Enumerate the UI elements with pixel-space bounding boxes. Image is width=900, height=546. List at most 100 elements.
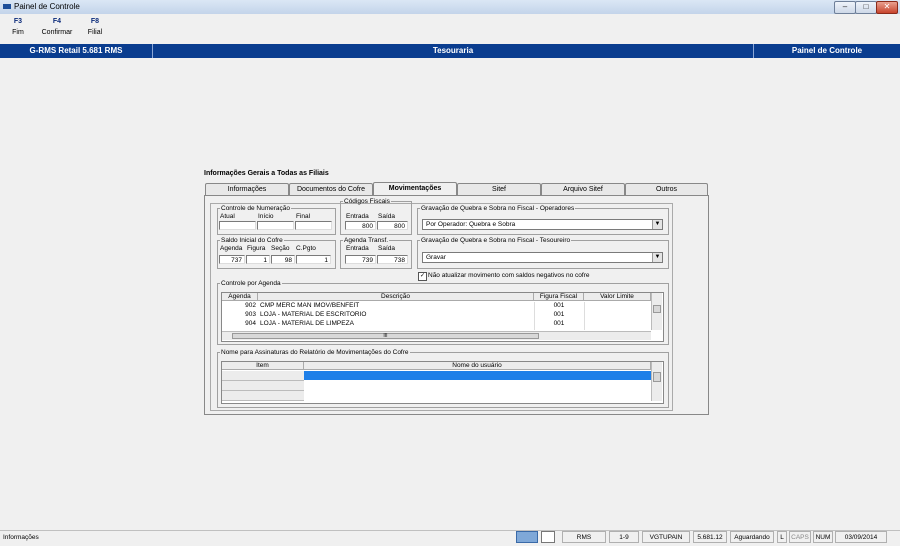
- agenda-horizontal-scrollbar[interactable]: III: [222, 331, 651, 340]
- controle-numeracao-legend: Controle de Numeração: [221, 205, 291, 212]
- at-entrada-input[interactable]: 739: [345, 255, 376, 264]
- at-saida-input[interactable]: 738: [377, 255, 408, 264]
- tab-movimentacoes[interactable]: Movimentações: [373, 182, 457, 196]
- si-secao-label: Seção: [271, 245, 290, 252]
- row-3-descricao[interactable]: LOJA - MATERIAL DE LIMPEZA: [260, 320, 532, 328]
- atual-label: Atual: [220, 213, 235, 220]
- status-system: RMS: [562, 531, 606, 543]
- status-company: 1-9: [609, 531, 639, 543]
- tab-outros[interactable]: Outros: [625, 183, 708, 195]
- col-item[interactable]: Item: [222, 362, 304, 370]
- status-program: VGTUPAIN: [642, 531, 690, 543]
- function-toolbar: F3 Fim F4 Confirmar F8 Filial: [0, 14, 900, 44]
- inicio-label: Início: [258, 213, 274, 220]
- scroll-thumb[interactable]: [653, 305, 661, 313]
- row-2-figura[interactable]: 001: [534, 311, 584, 319]
- tab-sitef[interactable]: Sitef: [457, 183, 541, 195]
- tab-documentos-cofre[interactable]: Documentos do Cofre: [289, 183, 373, 195]
- grid-line: [584, 302, 585, 330]
- tab-arquivo-sitef[interactable]: Arquivo Sitef: [541, 183, 625, 195]
- row-3-figura[interactable]: 001: [534, 320, 584, 328]
- window-title-bar: Painel de Controle ‒ □ ✕: [0, 0, 900, 15]
- si-agenda-input[interactable]: 737: [219, 255, 245, 264]
- item-column-cells: [222, 371, 304, 401]
- status-l: L: [777, 531, 787, 543]
- row-1-figura[interactable]: 001: [534, 302, 584, 310]
- assinaturas-vertical-scrollbar[interactable]: [651, 362, 662, 401]
- maximize-icon[interactable]: □: [855, 1, 877, 14]
- controle-agenda-legend: Controle por Agenda: [221, 280, 281, 287]
- si-figura-input[interactable]: 1: [246, 255, 270, 264]
- col-nome-usuario[interactable]: Nome do usuário: [304, 362, 651, 370]
- gravacao-tesoureiro-value: Gravar: [426, 254, 446, 261]
- si-figura-label: Figura: [247, 245, 266, 252]
- fim-button[interactable]: F3 Fim: [8, 18, 28, 36]
- cf-saida-label: Saída: [378, 213, 395, 220]
- fim-label: Fim: [12, 29, 24, 36]
- window-title: Painel de Controle: [14, 2, 80, 11]
- clipboard-icon: [541, 531, 555, 543]
- grid-line: [534, 302, 535, 330]
- app-icon: [3, 4, 11, 9]
- inicio-input[interactable]: [257, 221, 294, 230]
- gravacao-tesoureiro-legend: Gravação de Quebra e Sobra no Fiscal - T…: [421, 237, 571, 244]
- selected-row[interactable]: [304, 371, 651, 380]
- module-header: G-RMS Retail 5.681 RMS Tesouraria Painel…: [0, 44, 900, 58]
- status-version: 5.681.12: [693, 531, 727, 543]
- si-cpgto-input[interactable]: 1: [296, 255, 331, 264]
- chevron-down-icon[interactable]: ▼: [652, 253, 662, 262]
- group-title: Informações Gerais a Todas as Filiais: [204, 170, 329, 177]
- cf-saida-input[interactable]: 800: [377, 221, 408, 230]
- row-2-descricao[interactable]: LOJA - MATERIAL DE ESCRITORIO: [260, 311, 532, 319]
- confirmar-button[interactable]: F4 Confirmar: [38, 18, 76, 36]
- assinaturas-legend: Nome para Assinaturas do Relatório de Mo…: [221, 349, 409, 356]
- scroll-thumb[interactable]: [653, 372, 661, 382]
- row-3-agenda[interactable]: 904: [222, 320, 258, 328]
- status-text: Informações: [3, 534, 39, 541]
- row-1-descricao[interactable]: CMP MERC MAN IMOV/BENFEIT: [260, 302, 532, 310]
- header-app-version: G-RMS Retail 5.681 RMS: [29, 46, 123, 55]
- close-icon[interactable]: ✕: [876, 1, 898, 14]
- filial-button[interactable]: F8 Filial: [84, 18, 106, 36]
- gravacao-operadores-value: Por Operador: Quebra e Sobra: [426, 221, 516, 228]
- controle-numeracao-group: Controle de Numeração: [217, 205, 336, 235]
- cf-entrada-input[interactable]: 800: [345, 221, 376, 230]
- status-state: Aguardando: [730, 531, 774, 543]
- agenda-transf-legend: Agenda Transf.: [344, 237, 389, 244]
- codigos-fiscais-legend: Códigos Fiscais: [344, 198, 390, 205]
- atual-input[interactable]: [219, 221, 256, 230]
- fim-key: F3: [13, 18, 23, 25]
- si-agenda-label: Agenda: [220, 245, 243, 252]
- network-icon: [516, 531, 538, 543]
- scroll-thumb[interactable]: III: [232, 333, 539, 339]
- gravacao-tesoureiro-select[interactable]: Gravar ▼: [422, 252, 663, 263]
- final-label: Final: [296, 213, 311, 220]
- chevron-down-icon[interactable]: ▼: [652, 220, 662, 229]
- final-input[interactable]: [295, 221, 332, 230]
- at-saida-label: Saída: [378, 245, 395, 252]
- gravacao-operadores-legend: Gravação de Quebra e Sobra no Fiscal - O…: [421, 205, 575, 212]
- status-caps: CAPS: [789, 531, 811, 543]
- minimize-icon[interactable]: ‒: [834, 1, 856, 14]
- col-figura-fiscal[interactable]: Figura Fiscal: [534, 293, 584, 301]
- status-num: NUM: [813, 531, 833, 543]
- agenda-vertical-scrollbar[interactable]: [651, 293, 662, 330]
- at-entrada-label: Entrada: [346, 245, 369, 252]
- si-cpgto-label: C.Pgto: [296, 245, 316, 252]
- header-module: Tesouraria: [432, 46, 474, 55]
- filial-key: F8: [90, 18, 100, 25]
- tab-informacoes[interactable]: Informações: [205, 183, 289, 195]
- row-1-agenda[interactable]: 902: [222, 302, 258, 310]
- confirmar-label: Confirmar: [41, 29, 73, 36]
- row-2-agenda[interactable]: 903: [222, 311, 258, 319]
- col-valor-limite[interactable]: Valor Limite: [584, 293, 651, 301]
- gravacao-operadores-select[interactable]: Por Operador: Quebra e Sobra ▼: [422, 219, 663, 230]
- status-date: 03/09/2014: [835, 531, 887, 543]
- col-agenda[interactable]: Agenda: [222, 293, 258, 301]
- col-descricao[interactable]: Descrição: [258, 293, 534, 301]
- si-secao-input[interactable]: 98: [271, 255, 295, 264]
- cf-entrada-label: Entrada: [346, 213, 369, 220]
- header-screen: Painel de Controle: [791, 46, 863, 55]
- saldo-inicial-legend: Saldo Inicial do Cofre: [221, 237, 283, 244]
- filial-label: Filial: [87, 29, 103, 36]
